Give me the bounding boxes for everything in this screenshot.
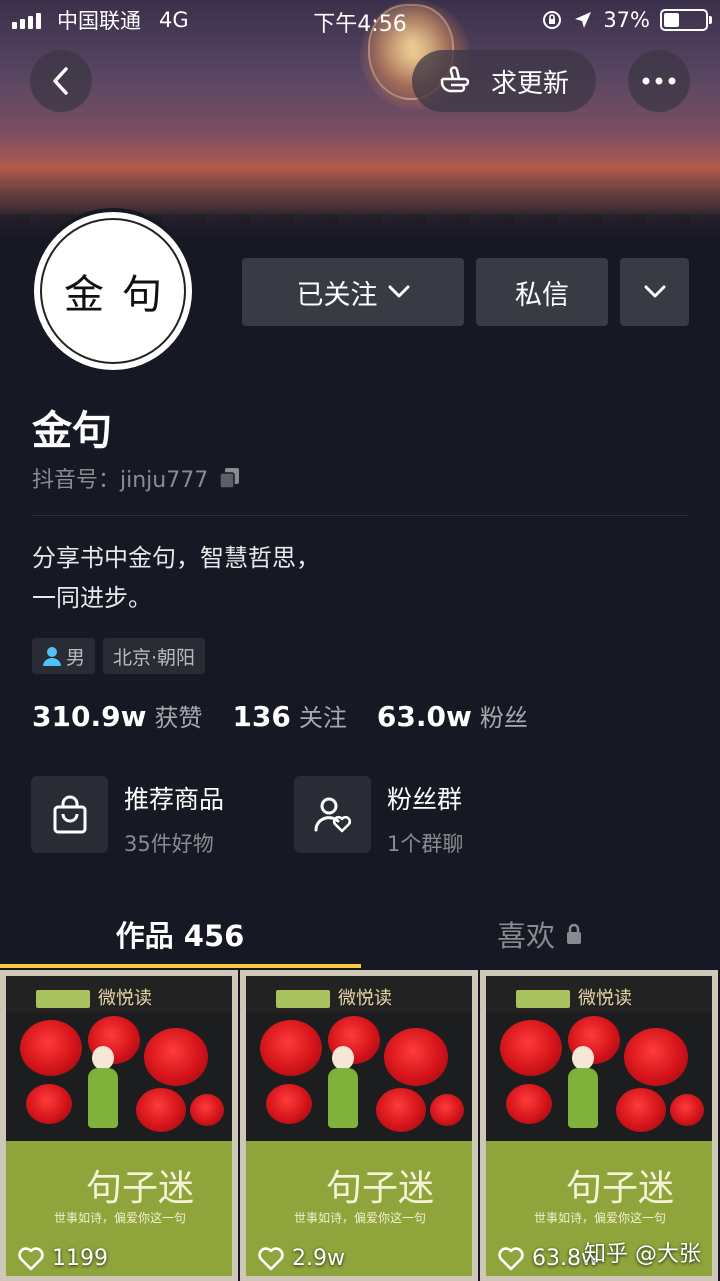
more-button[interactable] [628, 50, 690, 112]
chevron-down-icon [388, 285, 409, 298]
following-button[interactable]: 已关注 [242, 258, 464, 326]
tab-liked-label: 喜欢 [496, 919, 555, 953]
more-dots-icon [642, 77, 676, 85]
tab-works[interactable]: 作品 456 [0, 900, 360, 968]
stat-label: 关注 [298, 704, 347, 732]
stat-label: 粉丝 [479, 704, 528, 732]
gender-tag: 男 [32, 638, 96, 674]
video-grid: 微悦读 句子迷 世事如诗，偏爱你这一句 1199 微悦读 句子迷 世事如诗，偏爱… [0, 970, 720, 1281]
back-button[interactable] [30, 50, 92, 112]
cover-brand: 微悦读 [578, 988, 632, 1009]
battery-icon [660, 9, 712, 31]
copy-icon[interactable] [218, 466, 242, 490]
cover-subtitle: 世事如诗，偏爱你这一句 [54, 1211, 187, 1225]
douyin-id-row: 抖音号：jinju777 [32, 462, 242, 494]
cover-subtitle: 世事如诗，偏爱你这一句 [294, 1211, 427, 1225]
avatar-text: 金句 [40, 218, 186, 364]
bio: 分享书中金句，智慧哲思， 一同进步。 [32, 538, 320, 618]
stat-label: 获赞 [154, 704, 203, 732]
likes-count: 1199 [52, 1246, 108, 1271]
video-thumbnail[interactable]: 微悦读 句子迷 世事如诗，偏爱你这一句 1199 [0, 970, 238, 1281]
cover-subtitle: 世事如诗，偏爱你这一句 [534, 1211, 667, 1225]
profile-tags: 男 北京·朝阳 [32, 638, 206, 674]
tab-indicator [0, 964, 361, 968]
tab-works-label: 作品 456 [115, 919, 245, 953]
chevron-left-icon [53, 67, 68, 95]
heart-icon [18, 1246, 44, 1270]
heart-icon [258, 1246, 284, 1270]
chevron-down-icon [644, 285, 665, 298]
stat-number: 63.0w [376, 700, 472, 733]
fan-group-title: 粉丝群 [387, 785, 463, 814]
recommended-products-entry[interactable]: 推荐商品 35件好物 [31, 776, 224, 858]
message-label: 私信 [515, 279, 569, 311]
location-label: 北京·朝阳 [113, 646, 196, 669]
video-thumbnail[interactable]: 微悦读 句子迷 世事如诗，偏爱你这一句 63.8w [480, 970, 718, 1281]
recommend-dropdown-button[interactable] [620, 258, 689, 326]
stat-number: 136 [232, 700, 291, 733]
book-cover-image: 微悦读 句子迷 世事如诗，偏爱你这一句 [246, 976, 472, 1276]
stat-following[interactable]: 136 关注 [232, 698, 346, 733]
avatar[interactable]: 金句 [30, 208, 196, 374]
content-tabs: 作品 456 喜欢 [0, 900, 720, 968]
bio-line: 分享书中金句，智慧哲思， [32, 544, 320, 572]
book-cover-image: 微悦读 句子迷 世事如诗，偏爱你这一句 [486, 976, 712, 1276]
gender-label: 男 [66, 646, 86, 669]
pointing-hand-icon [440, 66, 470, 93]
tab-liked[interactable]: 喜欢 [360, 900, 720, 968]
request-update-button[interactable]: 求更新 [412, 50, 596, 112]
stats-row: 310.9w 获赞 136 关注 63.0w 粉丝 [32, 698, 528, 733]
watermark: 知乎 @大张 [584, 1242, 701, 1267]
shop-title: 推荐商品 [124, 785, 225, 814]
following-label: 已关注 [296, 279, 378, 311]
location-tag: 北京·朝阳 [103, 638, 206, 674]
cover-title: 句子迷 [86, 1168, 195, 1209]
status-time: 下午4:56 [313, 12, 407, 37]
request-update-label: 求更新 [490, 68, 569, 99]
cover-brand: 微悦读 [98, 988, 152, 1009]
fan-group-icon [294, 776, 371, 853]
bio-line: 一同进步。 [32, 584, 152, 612]
fan-group-subtitle: 1个群聊 [387, 832, 464, 856]
divider [32, 515, 689, 516]
douyin-id-value: jinju777 [120, 468, 209, 493]
profile-name: 金句 [32, 408, 112, 454]
video-likes: 2.9w [258, 1246, 345, 1271]
message-button[interactable]: 私信 [476, 258, 608, 326]
cover-title: 句子迷 [566, 1168, 675, 1209]
heart-icon [498, 1246, 524, 1270]
cover-brand: 微悦读 [338, 988, 392, 1009]
video-likes: 1199 [18, 1246, 108, 1271]
likes-count: 2.9w [292, 1246, 345, 1271]
cover-title: 句子迷 [326, 1168, 435, 1209]
shop-subtitle: 35件好物 [124, 832, 214, 856]
fan-group-entry[interactable]: 粉丝群 1个群聊 [294, 776, 463, 858]
status-bar: 中国联通 4G 下午4:56 37% [0, 0, 720, 40]
douyin-id-label: 抖音号： [32, 468, 121, 493]
shopping-bag-icon [31, 776, 108, 853]
stat-followers[interactable]: 63.0w 粉丝 [377, 698, 528, 733]
male-user-icon [43, 647, 61, 666]
video-thumbnail[interactable]: 微悦读 句子迷 世事如诗，偏爱你这一句 2.9w [240, 970, 478, 1281]
stat-likes[interactable]: 310.9w 获赞 [32, 698, 202, 733]
book-cover-image: 微悦读 句子迷 世事如诗，偏爱你这一句 [6, 976, 232, 1276]
lock-icon [567, 923, 581, 944]
stat-number: 310.9w [32, 700, 147, 733]
